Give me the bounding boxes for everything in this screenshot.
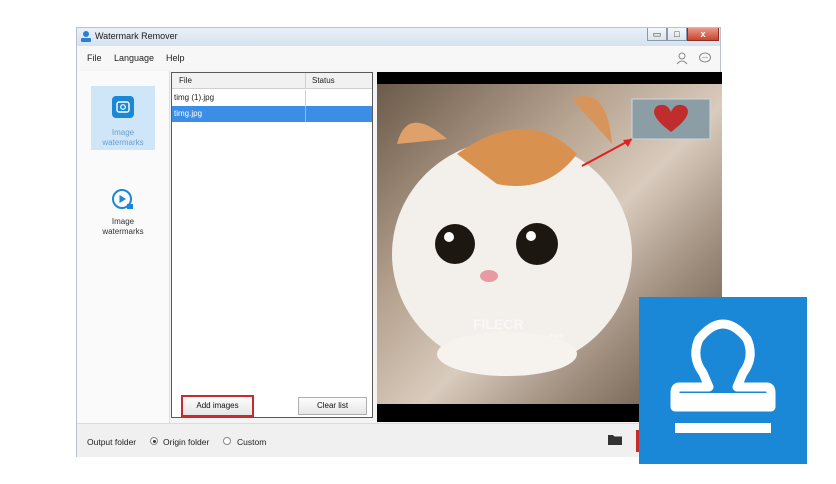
app-window: Watermark Remover ▭ □ x File Language He… [76,27,722,457]
sidebar-item-label: Image watermarks [102,128,144,147]
close-icon: x [700,29,706,39]
sidebar-item-label: Image watermarks [102,217,144,236]
origin-folder-label[interactable]: Origin folder [163,437,209,447]
custom-label[interactable]: Custom [237,437,266,447]
table-row-selected[interactable]: timg.jpg [172,106,372,122]
minimize-button[interactable]: ▭ [647,28,667,41]
add-images-button[interactable]: Add images [181,395,254,417]
image-watermark-icon [112,96,134,118]
custom-radio[interactable] [223,437,231,445]
column-file[interactable]: File [179,76,192,85]
list-button-bar: Add images Clear list [171,390,373,420]
sidebar-item-image-watermarks[interactable]: Image watermarks [91,185,155,249]
file-name: timg.jpg [174,109,203,118]
column-status[interactable]: Status [312,76,335,85]
file-list-header: File Status [172,73,372,89]
table-row[interactable]: timg (1).jpg [172,90,372,106]
menu-file[interactable]: File [87,53,102,63]
output-bar: Output folder Origin folder Custom [77,423,720,457]
column-divider[interactable] [305,73,306,88]
user-icon[interactable] [675,51,689,65]
folder-icon[interactable] [607,433,623,446]
cell-divider [305,106,306,122]
minimize-icon: ▭ [652,29,662,39]
maximize-button[interactable]: □ [667,28,687,41]
stamp-logo [639,297,807,464]
maximize-icon: □ [674,29,680,39]
video-watermark-icon [112,189,133,209]
sidebar: Image watermarks Image watermarks [77,71,170,423]
close-button[interactable]: x [687,28,719,41]
watermark-text: FILECR [473,316,524,332]
file-name: timg (1).jpg [174,93,215,102]
file-list: File Status timg (1).jpg timg.jpg [171,72,373,418]
menu-help[interactable]: Help [166,53,185,63]
sidebar-item-image-watermarks-active[interactable]: Image watermarks [91,86,155,150]
app-logo-icon [81,31,91,42]
output-folder-label: Output folder [87,437,137,447]
clear-list-button[interactable]: Clear list [298,397,367,415]
menu-language[interactable]: Language [114,53,154,63]
chat-icon[interactable] [698,51,712,65]
watermark-subtext: .com [547,333,564,340]
origin-folder-radio[interactable] [150,437,158,445]
menu-bar: File Language Help [77,46,720,70]
cell-divider [305,90,306,106]
window-title: Watermark Remover [95,31,178,41]
title-bar: Watermark Remover ▭ □ x [77,28,720,47]
stamp-icon [670,319,776,433]
